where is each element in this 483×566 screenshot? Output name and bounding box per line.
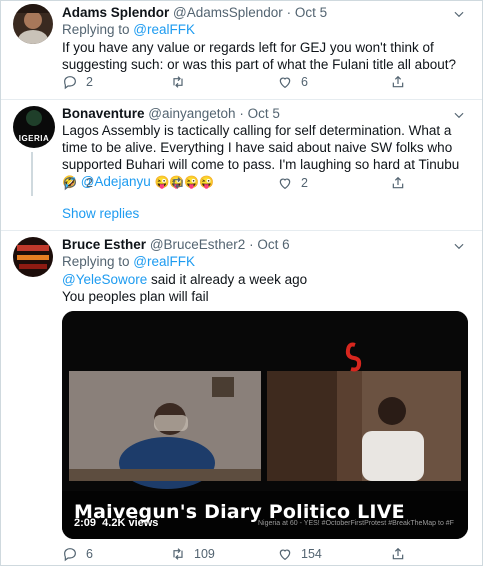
- reply-icon: [64, 76, 76, 90]
- timestamp[interactable]: Oct 5: [295, 5, 327, 20]
- show-replies-link[interactable]: Show replies: [62, 206, 139, 221]
- heart-icon: [279, 77, 291, 89]
- username[interactable]: @ainyangetoh: [148, 106, 235, 121]
- heart-icon: [279, 549, 291, 561]
- replying-to-label: Replying to: [62, 22, 134, 37]
- tweet-header: Bruce Esther @BruceEsther2 · Oct 6: [62, 237, 290, 253]
- tweet-text-main: Lagos Assembly is tactically calling for…: [62, 123, 460, 172]
- tweet-text-line: You peoples plan will fail: [62, 289, 209, 304]
- tweet-text: @YeleSowore said it already a week ago Y…: [62, 271, 467, 305]
- video-duration: 2:09: [74, 517, 97, 529]
- tweet-adams-splendor[interactable]: Adams Splendor @AdamsSplendor · Oct 5 Re…: [1, 1, 482, 99]
- like-button[interactable]: 2: [277, 175, 308, 191]
- reply-button[interactable]: 6: [62, 546, 93, 562]
- retweet-icon: [173, 548, 183, 560]
- share-icon: [392, 176, 404, 189]
- separator-dot: ·: [286, 5, 292, 20]
- reply-icon: [64, 177, 76, 191]
- replying-to: Replying to @realFFK: [62, 22, 195, 38]
- avatar-label: IGERIA: [18, 134, 50, 143]
- tweet-actions: 6 109 154: [62, 546, 467, 564]
- tweet-bonaventure[interactable]: IGERIA Bonaventure @ainyangetoh · Oct 5 …: [1, 100, 482, 230]
- reply-button[interactable]: 2: [62, 74, 93, 90]
- reply-icon: [64, 548, 76, 562]
- replying-to: Replying to @realFFK: [62, 254, 195, 270]
- retweet-button[interactable]: 109: [170, 546, 215, 562]
- replying-to-mention[interactable]: @realFFK: [133, 254, 195, 269]
- tweet-text-line: @YeleSowore said it already a week ago: [62, 271, 467, 288]
- reply-count: 2: [86, 75, 93, 89]
- share-button[interactable]: [390, 175, 406, 191]
- share-icon: [392, 75, 404, 88]
- avatar[interactable]: IGERIA: [13, 106, 55, 148]
- tweet-header: Bonaventure @ainyangetoh · Oct 5: [62, 106, 280, 122]
- like-count: 6: [301, 75, 308, 89]
- timeline: Adams Splendor @AdamsSplendor · Oct 5 Re…: [0, 0, 483, 566]
- retweet-icon: [173, 177, 183, 189]
- replying-to-mention[interactable]: @realFFK: [133, 22, 195, 37]
- tweet-text-rest: said it already a week ago: [147, 272, 308, 287]
- avatar[interactable]: [13, 4, 53, 44]
- timestamp[interactable]: Oct 5: [248, 106, 280, 121]
- share-icon: [392, 547, 404, 560]
- mention-link[interactable]: @YeleSowore: [62, 272, 147, 287]
- replying-to-label: Replying to: [62, 254, 134, 269]
- video-ticker: Nigeria at 60 - YES! #OctoberFirstProtes…: [258, 520, 454, 527]
- separator-dot: ·: [239, 106, 244, 121]
- share-button[interactable]: [390, 74, 406, 90]
- like-count: 2: [301, 176, 308, 190]
- username[interactable]: @AdamsSplendor: [173, 5, 283, 20]
- tweet-actions: 2 6: [62, 74, 467, 92]
- share-button[interactable]: [390, 546, 406, 562]
- video-views: 4.2K views: [102, 517, 159, 529]
- reply-count: 6: [86, 547, 93, 561]
- display-name[interactable]: Bruce Esther: [62, 237, 146, 252]
- avatar[interactable]: [13, 237, 53, 277]
- like-button[interactable]: 6: [277, 74, 308, 90]
- retweet-button[interactable]: [170, 74, 194, 90]
- chevron-down-icon[interactable]: [452, 7, 466, 21]
- chevron-down-icon[interactable]: [452, 239, 466, 253]
- retweet-count: 109: [194, 547, 215, 561]
- retweet-button[interactable]: [170, 175, 194, 191]
- separator-dot: ·: [249, 237, 254, 252]
- display-name[interactable]: Adams Splendor: [62, 5, 169, 20]
- video-meta: 2:09 4.2K views: [74, 517, 158, 529]
- heart-icon: [279, 178, 291, 190]
- thread-connector: [31, 152, 33, 196]
- timestamp[interactable]: Oct 6: [257, 237, 289, 252]
- like-count: 154: [301, 547, 322, 561]
- reply-button[interactable]: 2: [62, 175, 93, 191]
- username[interactable]: @BruceEsther2: [150, 237, 246, 252]
- like-button[interactable]: 154: [277, 546, 322, 562]
- tweet-text: If you have any value or regards left fo…: [62, 40, 456, 72]
- reply-count: 2: [86, 176, 93, 190]
- chevron-down-icon[interactable]: [452, 108, 466, 122]
- tweet-actions: 2 2: [62, 175, 467, 193]
- video-player[interactable]: Maivegun's Diary Politico LIVE 2:09 4.2K…: [62, 311, 468, 539]
- retweet-icon: [173, 76, 183, 88]
- tweet-header: Adams Splendor @AdamsSplendor · Oct 5: [62, 5, 327, 21]
- display-name[interactable]: Bonaventure: [62, 106, 145, 121]
